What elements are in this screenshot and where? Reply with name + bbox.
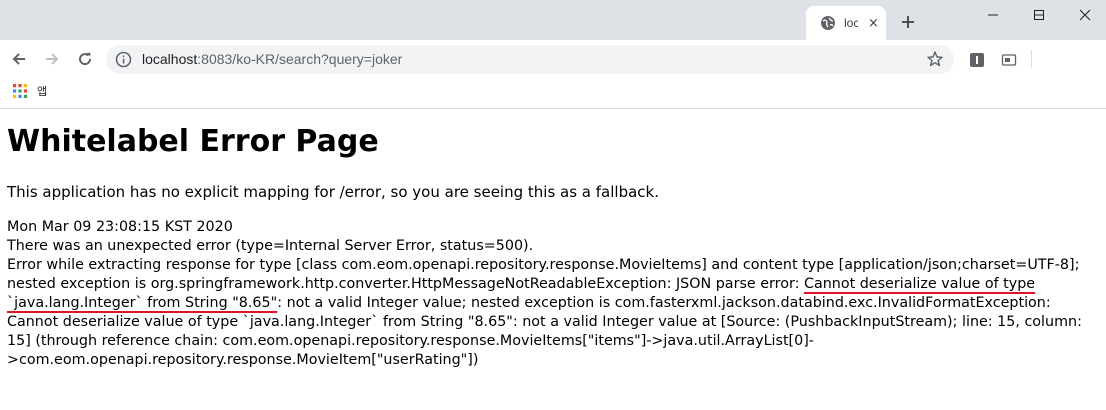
tab-close-button[interactable]: × bbox=[868, 17, 879, 30]
apps-label: 앱 bbox=[37, 85, 48, 98]
minimize-icon bbox=[988, 14, 998, 16]
plus-icon bbox=[902, 16, 914, 28]
reload-icon bbox=[79, 52, 92, 66]
url-host: localhost bbox=[142, 51, 198, 67]
tab-title: loc bbox=[844, 16, 858, 30]
extension-i-icon[interactable] bbox=[969, 52, 985, 68]
bookmarks-bar: 앱 bbox=[0, 78, 1106, 109]
url-text: localhost:8083/ko-KR/search?query=joker bbox=[142, 51, 402, 67]
maximize-window-button[interactable] bbox=[1016, 0, 1062, 30]
close-window-button[interactable] bbox=[1062, 0, 1106, 30]
browser-tab[interactable]: loc × bbox=[806, 6, 886, 40]
browser-toolbar: localhost:8083/ko-KR/search?query=joker bbox=[0, 40, 1106, 78]
close-icon bbox=[1079, 9, 1091, 21]
error-message: Error while extracting response for type… bbox=[7, 256, 1102, 370]
apps-shortcut[interactable]: 앱 bbox=[13, 83, 47, 99]
star-icon[interactable] bbox=[926, 50, 944, 68]
minimize-window-button[interactable] bbox=[970, 0, 1016, 30]
error-details: Mon Mar 09 23:08:15 KST 2020 There was a… bbox=[7, 218, 1102, 370]
new-tab-button[interactable] bbox=[897, 11, 919, 33]
toolbar-separator bbox=[1031, 50, 1032, 68]
back-arrow-icon bbox=[12, 53, 25, 65]
info-icon[interactable] bbox=[115, 51, 132, 68]
page-content: Whitelabel Error Page This application h… bbox=[7, 110, 1102, 370]
error-status-line: There was an unexpected error (type=Inte… bbox=[7, 238, 534, 254]
error-timestamp: Mon Mar 09 23:08:15 KST 2020 bbox=[7, 219, 233, 235]
maximize-icon bbox=[1034, 10, 1044, 20]
forward-button[interactable] bbox=[41, 48, 63, 70]
back-button[interactable] bbox=[8, 48, 30, 70]
address-bar[interactable]: localhost:8083/ko-KR/search?query=joker bbox=[106, 45, 954, 74]
forward-arrow-icon bbox=[46, 53, 59, 65]
page-title: Whitelabel Error Page bbox=[7, 124, 379, 159]
reload-button[interactable] bbox=[74, 48, 96, 70]
extension-media-icon[interactable] bbox=[1001, 52, 1017, 68]
fallback-message: This application has no explicit mapping… bbox=[7, 183, 659, 201]
tab-strip: loc × bbox=[0, 0, 1106, 40]
apps-grid-icon bbox=[13, 84, 27, 98]
url-path: :8083/ko-KR/search?query=joker bbox=[197, 51, 403, 67]
globe-icon bbox=[820, 15, 836, 31]
